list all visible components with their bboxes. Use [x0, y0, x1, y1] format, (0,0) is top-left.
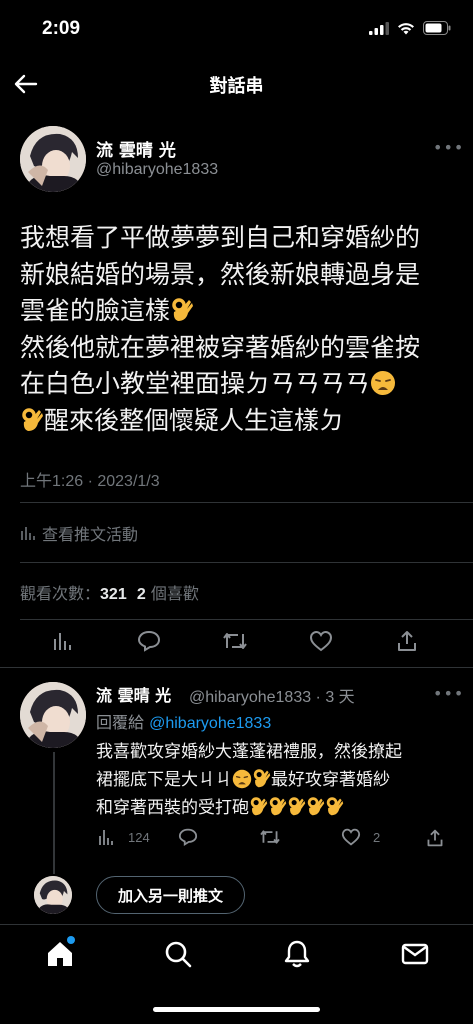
thread-connector-line [53, 752, 55, 874]
reply-author-handle[interactable]: @hibaryohe1833 · 3 天 [189, 683, 355, 707]
avatar[interactable] [20, 126, 86, 192]
reply-more-options-icon[interactable]: ••• [433, 684, 464, 703]
ok-hand-emoji-icon [269, 797, 287, 816]
status-icons [369, 21, 451, 35]
views-icon [99, 830, 113, 845]
messages-icon[interactable] [400, 939, 430, 969]
reply-views[interactable]: 124 [98, 828, 150, 846]
share-icon[interactable] [426, 828, 444, 848]
reply-icon[interactable] [137, 630, 161, 652]
likes-label[interactable]: 個喜歡 [151, 584, 199, 603]
reply-like[interactable]: 2 [341, 828, 380, 846]
tweet-line-with-emoji: 在白色小教堂裡面操ㄉㄢㄢㄢㄢ [20, 366, 460, 403]
notifications-icon[interactable] [282, 939, 312, 969]
ok-hand-emoji-icon [172, 298, 194, 321]
ok-hand-emoji-icon [288, 797, 306, 816]
ok-hand-emoji-icon [253, 769, 271, 788]
like-icon[interactable] [309, 630, 333, 652]
author-name[interactable]: 流 雲晴 光 [96, 136, 176, 161]
reply-text: 我喜歡攻穿婚紗大蓬蓬裙禮服，然後撩起 裙擺底下是大ㄐㄐ 最好攻穿著婚紗 和穿著西裝… [96, 738, 456, 822]
reply-line-with-emoji: 和穿著西裝的受打砲 [96, 794, 456, 822]
likes-count[interactable]: 2 [137, 586, 146, 603]
share-icon[interactable] [396, 629, 418, 653]
views-count: 321 [100, 586, 127, 603]
views-label: 觀看次數： [20, 584, 101, 603]
status-bar: 2:09 [0, 0, 473, 58]
tweet-line: 新娘結婚的場景，然後新娘轉過身是 [20, 259, 421, 289]
replying-to-handle[interactable]: @hibaryohe1833 [149, 715, 271, 732]
ok-hand-emoji-icon [307, 797, 325, 816]
ok-hand-emoji-icon [326, 797, 344, 816]
reply-line-with-emoji: 裙擺底下是大ㄐㄐ 最好攻穿著婚紗 [96, 769, 390, 790]
replying-to: 回覆給 @hibaryohe1833 [96, 709, 271, 733]
ok-hand-emoji-icon [22, 407, 43, 431]
weary-face-emoji-icon [371, 371, 396, 395]
reply-views-count: 124 [128, 829, 150, 845]
ok-hand-emoji-icon [250, 797, 268, 816]
reply-avatar[interactable] [20, 682, 86, 748]
add-another-tweet-button[interactable]: 加入另一則推文 [96, 876, 245, 914]
reply-author-name[interactable]: 流 雲晴 光 [96, 682, 171, 706]
divider [20, 619, 473, 620]
retweet-icon[interactable] [259, 828, 281, 846]
page-title: 對話串 [209, 76, 264, 97]
tweet-line: 我想看了平做夢夢到自己和穿婚紗的 [20, 223, 421, 252]
author-handle[interactable]: @hibaryohe1833 [96, 161, 218, 179]
views-and-likes: 觀看次數：321 2 個喜歡 [20, 580, 199, 604]
tweet-timestamp[interactable]: 上午1:26 · 2023/1/3 [20, 467, 160, 491]
tweet-line-with-emoji: 醒來後整個懷疑人生這樣ㄉ [20, 403, 460, 440]
reply-icon[interactable] [178, 828, 198, 846]
status-time: 2:09 [42, 18, 81, 39]
wifi-icon [398, 22, 414, 34]
signal-icon [369, 21, 389, 35]
home-notification-dot [67, 936, 75, 944]
tweet-text: 我想看了平做夢夢到自己和穿婚紗的 新娘結婚的場景，然後新娘轉過身是 雲雀的臉這樣… [20, 220, 460, 439]
divider [20, 562, 473, 563]
search-icon[interactable] [163, 939, 193, 969]
view-tweet-activity-link[interactable]: 查看推文活動 [20, 521, 138, 545]
top-nav-bar: 對話串 [0, 58, 473, 110]
composer-avatar [34, 876, 72, 914]
replying-to-label: 回覆給 [96, 713, 145, 732]
reply-line: 我喜歡攻穿婚紗大蓬蓬裙禮服，然後撩起 [96, 742, 402, 762]
tweet-line-with-emoji: 雲雀的臉這樣 [20, 293, 460, 330]
more-options-icon[interactable]: ••• [433, 138, 464, 157]
battery-icon [423, 21, 451, 35]
home-indicator [153, 1007, 320, 1012]
divider [0, 667, 473, 668]
activity-label: 查看推文活動 [42, 525, 139, 544]
tweet-line: 然後他就在夢裡被穿著婚紗的雲雀按 [20, 332, 421, 362]
like-icon [341, 828, 361, 846]
ok-hand-emoji-row [249, 797, 344, 818]
divider [20, 502, 473, 503]
views-icon[interactable] [52, 630, 74, 652]
reply-likes-count: 2 [373, 829, 381, 845]
analytics-icon [21, 527, 35, 540]
weary-face-emoji-icon [232, 769, 252, 789]
retweet-icon[interactable] [222, 630, 248, 652]
